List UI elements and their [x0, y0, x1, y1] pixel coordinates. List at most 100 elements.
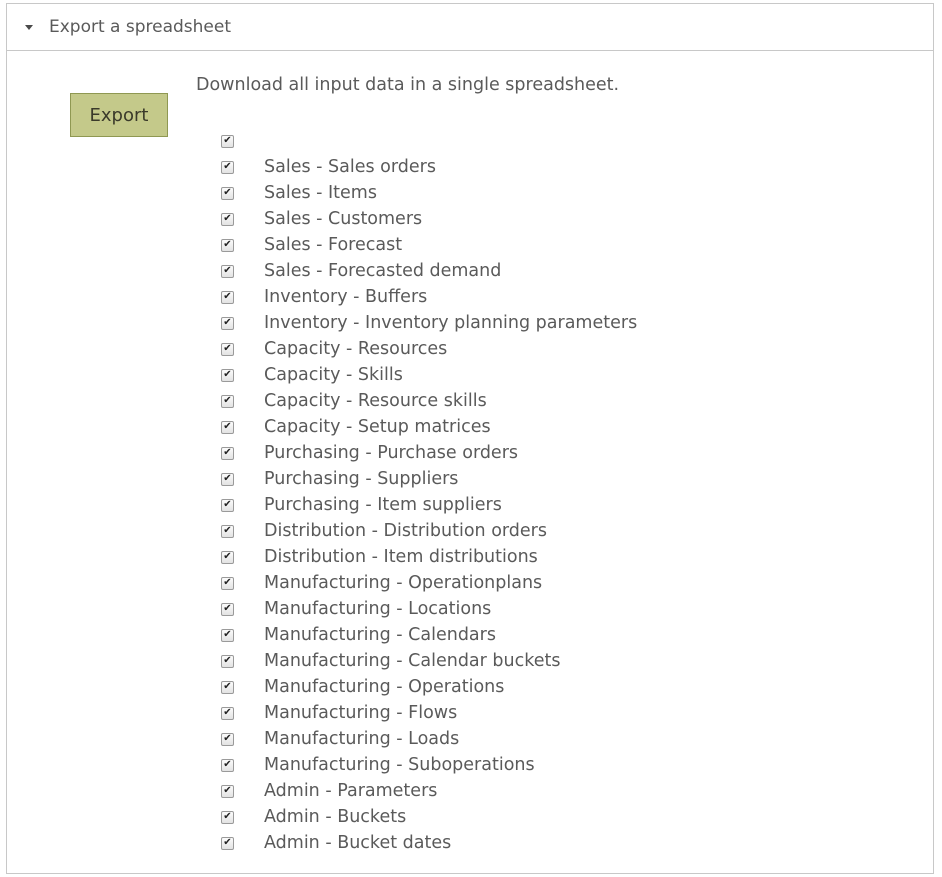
- entity-checkbox[interactable]: ✔: [221, 732, 234, 746]
- entity-checkbox[interactable]: ✔: [221, 238, 234, 252]
- entity-label: Distribution - Distribution orders: [264, 521, 547, 541]
- checkmark-icon: ✔: [223, 135, 232, 146]
- entity-label: Manufacturing - Flows: [264, 703, 458, 723]
- entity-checkbox[interactable]: ✔: [221, 576, 234, 590]
- entity-row: ✔ Manufacturing - Calendar buckets: [221, 648, 637, 674]
- entity-checkbox[interactable]: ✔: [221, 212, 234, 226]
- checkmark-icon: ✔: [223, 655, 232, 666]
- entity-checkbox[interactable]: ✔: [221, 420, 234, 434]
- entity-checkbox[interactable]: ✔: [221, 680, 234, 694]
- checkmark-icon: ✔: [223, 291, 232, 302]
- export-panel: Export a spreadsheet Export Download all…: [6, 3, 934, 874]
- entity-row: ✔ Manufacturing - Operationplans: [221, 570, 637, 596]
- entity-checkbox[interactable]: ✔: [221, 550, 234, 564]
- entity-checkbox[interactable]: ✔: [221, 446, 234, 460]
- entity-label: Purchasing - Suppliers: [264, 469, 459, 489]
- entity-checkbox[interactable]: ✔: [221, 472, 234, 486]
- checkmark-icon: ✔: [223, 499, 232, 510]
- entity-label: Manufacturing - Locations: [264, 599, 492, 619]
- checkmark-icon: ✔: [223, 551, 232, 562]
- entity-row: ✔ Distribution - Item distributions: [221, 544, 637, 570]
- entity-row: ✔ Manufacturing - Suboperations: [221, 752, 637, 778]
- entity-row: ✔ Capacity - Resources: [221, 336, 637, 362]
- checkmark-icon: ✔: [223, 317, 232, 328]
- export-panel-header[interactable]: Export a spreadsheet: [7, 4, 933, 51]
- checkmark-icon: ✔: [223, 681, 232, 692]
- checkmark-icon: ✔: [223, 733, 232, 744]
- entity-label: Admin - Parameters: [264, 781, 438, 801]
- entity-checkbox[interactable]: ✔: [221, 628, 234, 642]
- export-button[interactable]: Export: [70, 93, 168, 137]
- checkmark-icon: ✔: [223, 421, 232, 432]
- entity-checkbox[interactable]: ✔: [221, 758, 234, 772]
- entity-checkbox[interactable]: ✔: [221, 498, 234, 512]
- checkmark-icon: ✔: [223, 837, 232, 848]
- checkmark-icon: ✔: [223, 447, 232, 458]
- entity-row: ✔ Manufacturing - Flows: [221, 700, 637, 726]
- entity-row: ✔ Inventory - Buffers: [221, 284, 637, 310]
- checkmark-icon: ✔: [223, 369, 232, 380]
- entity-label: Manufacturing - Suboperations: [264, 755, 535, 775]
- entity-checkbox[interactable]: ✔: [221, 836, 234, 850]
- checkmark-icon: ✔: [223, 265, 232, 276]
- entity-label: Sales - Items: [264, 183, 377, 203]
- select-all-row: ✔: [221, 128, 637, 154]
- entity-row: ✔ Purchasing - Item suppliers: [221, 492, 637, 518]
- entity-label: Sales - Forecasted demand: [264, 261, 502, 281]
- entity-checkbox[interactable]: ✔: [221, 394, 234, 408]
- entity-checkbox[interactable]: ✔: [221, 342, 234, 356]
- panel-title: Export a spreadsheet: [49, 17, 232, 37]
- entity-checkbox[interactable]: ✔: [221, 654, 234, 668]
- entity-label: Purchasing - Item suppliers: [264, 495, 502, 515]
- caret-down-icon[interactable]: [25, 25, 33, 30]
- entity-row: ✔ Sales - Items: [221, 180, 637, 206]
- entity-row: ✔ Capacity - Setup matrices: [221, 414, 637, 440]
- checkmark-icon: ✔: [223, 603, 232, 614]
- entity-row: ✔ Manufacturing - Locations: [221, 596, 637, 622]
- entity-checkbox[interactable]: ✔: [221, 784, 234, 798]
- entity-checkbox[interactable]: ✔: [221, 368, 234, 382]
- checkmark-icon: ✔: [223, 811, 232, 822]
- entity-label: Inventory - Buffers: [264, 287, 428, 307]
- entity-label: Manufacturing - Operations: [264, 677, 505, 697]
- entity-checkbox[interactable]: ✔: [221, 602, 234, 616]
- entity-row: ✔ Sales - Sales orders: [221, 154, 637, 180]
- entity-label: Sales - Sales orders: [264, 157, 436, 177]
- entity-label: Sales - Forecast: [264, 235, 403, 255]
- entity-label: Admin - Bucket dates: [264, 833, 452, 853]
- checkmark-icon: ✔: [223, 525, 232, 536]
- entity-row: ✔ Sales - Customers: [221, 206, 637, 232]
- entity-row: ✔ Admin - Parameters: [221, 778, 637, 804]
- entity-checkbox[interactable]: ✔: [221, 316, 234, 330]
- select-all-checkbox[interactable]: ✔: [221, 134, 234, 148]
- entity-checkbox[interactable]: ✔: [221, 160, 234, 174]
- entity-label: Purchasing - Purchase orders: [264, 443, 519, 463]
- entity-label: Manufacturing - Operationplans: [264, 573, 543, 593]
- entity-checkbox[interactable]: ✔: [221, 290, 234, 304]
- export-description: Download all input data in a single spre…: [196, 75, 620, 95]
- entity-checkbox[interactable]: ✔: [221, 264, 234, 278]
- checkmark-icon: ✔: [223, 343, 232, 354]
- entity-label: Capacity - Resource skills: [264, 391, 487, 411]
- entity-checkbox[interactable]: ✔: [221, 810, 234, 824]
- entity-label: Inventory - Inventory planning parameter…: [264, 313, 638, 333]
- entity-checkbox[interactable]: ✔: [221, 524, 234, 538]
- entity-checkbox[interactable]: ✔: [221, 186, 234, 200]
- checkmark-icon: ✔: [223, 473, 232, 484]
- entity-label: Manufacturing - Calendar buckets: [264, 651, 561, 671]
- checkmark-icon: ✔: [223, 395, 232, 406]
- entity-label: Manufacturing - Calendars: [264, 625, 496, 645]
- entity-checkbox-list: ✔ ✔ Sales - Sales orders ✔ Sales - Items ✔ Sal…: [221, 128, 637, 856]
- entity-row: ✔ Sales - Forecasted demand: [221, 258, 637, 284]
- entity-row: ✔ Sales - Forecast: [221, 232, 637, 258]
- checkmark-icon: ✔: [223, 707, 232, 718]
- entity-label: Capacity - Setup matrices: [264, 417, 491, 437]
- checkmark-icon: ✔: [223, 213, 232, 224]
- entity-checkbox[interactable]: ✔: [221, 706, 234, 720]
- entity-row: ✔ Inventory - Inventory planning paramete…: [221, 310, 637, 336]
- entity-row: ✔ Manufacturing - Operations: [221, 674, 637, 700]
- entity-row: ✔ Distribution - Distribution orders: [221, 518, 637, 544]
- checkmark-icon: ✔: [223, 577, 232, 588]
- entity-row: ✔ Capacity - Skills: [221, 362, 637, 388]
- entity-label: Capacity - Skills: [264, 365, 403, 385]
